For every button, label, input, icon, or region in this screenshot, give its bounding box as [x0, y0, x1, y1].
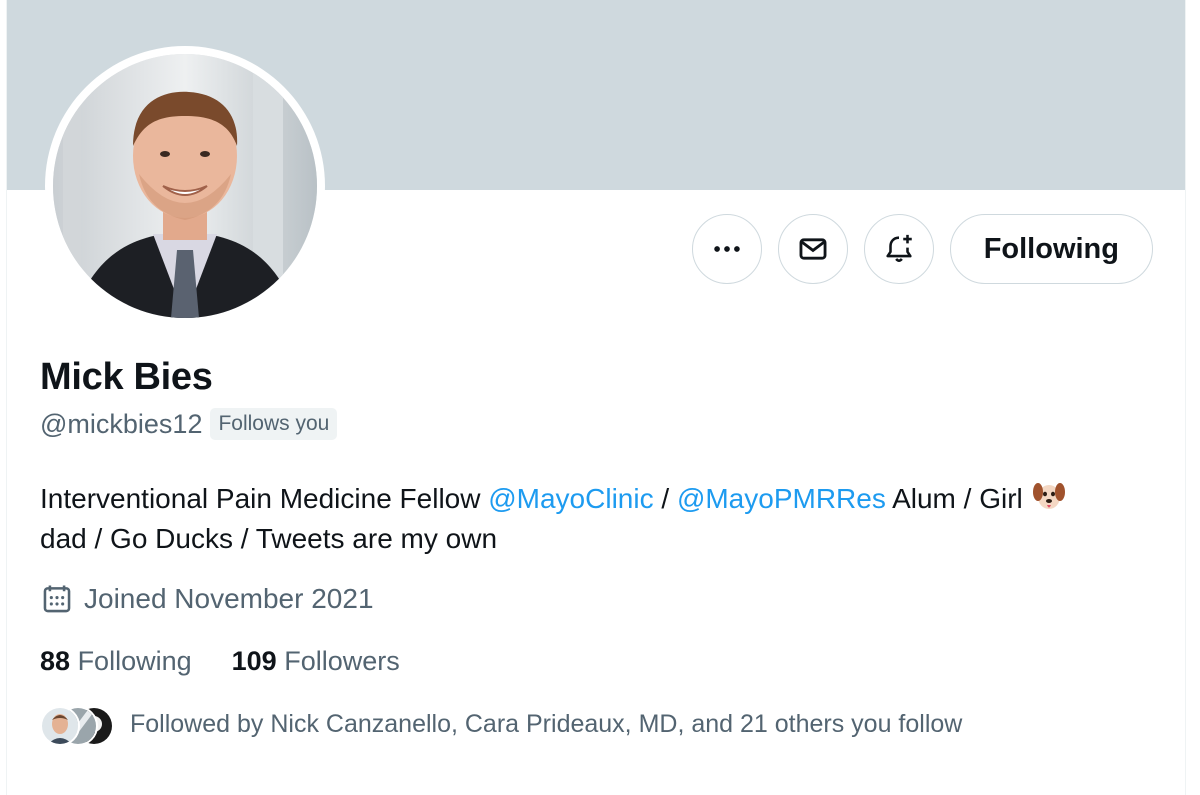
- dog-emoji-icon: [1032, 483, 1065, 509]
- message-button[interactable]: [777, 214, 848, 284]
- follows-you-badge: Follows you: [210, 408, 338, 440]
- followed-by-avatars: [40, 704, 114, 746]
- following-count: 88: [40, 646, 71, 676]
- mention-link-mayopmrres[interactable]: @MayoPMRRes: [677, 483, 886, 514]
- following-label: Following: [77, 646, 192, 676]
- followers-label: Followers: [284, 646, 400, 676]
- joined-date: Joined November 2021: [40, 582, 374, 616]
- mention-link-mayoclinic[interactable]: @MayoClinic: [488, 483, 653, 514]
- profile-page: Following Mick Bies @mickbies12 Follows …: [6, 0, 1186, 795]
- calendar-icon: [43, 585, 71, 613]
- mini-avatar: [40, 706, 80, 746]
- profile-name: Mick Bies: [40, 356, 213, 398]
- profile-bio: Interventional Pain Medicine Fellow @May…: [40, 478, 1150, 559]
- avatar-photo: [53, 54, 317, 318]
- bio-text: dad / Go Ducks / Tweets are my own: [40, 523, 498, 554]
- followed-by-link[interactable]: Followed by Nick Canzanello, Cara Pridea…: [40, 704, 963, 746]
- profile-actions: Following: [691, 214, 1153, 284]
- followed-by-text: Followed by Nick Canzanello, Cara Pridea…: [130, 709, 963, 738]
- followers-stat-link[interactable]: 109 Followers: [232, 646, 400, 677]
- following-button[interactable]: Following: [949, 214, 1153, 284]
- mail-icon: [799, 238, 827, 260]
- bio-text: /: [653, 483, 677, 514]
- bio-text: Alum / Girl: [885, 483, 1031, 514]
- more-button[interactable]: [691, 214, 762, 284]
- followers-count: 109: [231, 646, 277, 676]
- more-dots-icon: [713, 246, 740, 252]
- follow-stats: 88 Following 109 Followers: [40, 646, 400, 677]
- joined-text: Joined November 2021: [84, 583, 374, 614]
- notifications-button[interactable]: [863, 214, 934, 284]
- profile-avatar[interactable]: [45, 46, 325, 326]
- profile-handle: @mickbies12: [40, 408, 203, 439]
- bio-text: Interventional Pain Medicine Fellow: [40, 483, 489, 514]
- bell-plus-icon: [886, 234, 912, 262]
- handle-row: @mickbies12 Follows you: [40, 408, 338, 440]
- following-stat-link[interactable]: 88 Following: [40, 646, 192, 677]
